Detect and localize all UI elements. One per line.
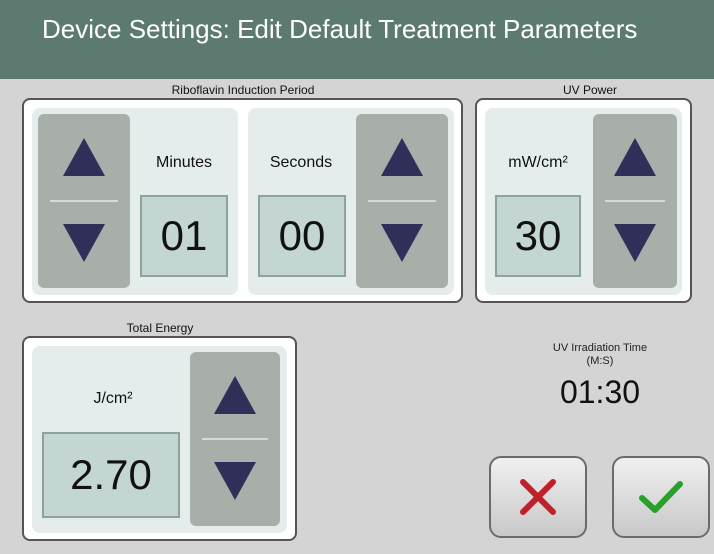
riboflavin-label: Riboflavin Induction Period — [171, 83, 315, 97]
uv-power-down-arrow-icon[interactable] — [614, 224, 656, 262]
uv-power-group: mW/cm² 30 — [485, 108, 682, 295]
minutes-up-arrow-icon[interactable] — [63, 138, 105, 176]
minutes-value[interactable]: 01 — [140, 195, 228, 277]
seconds-label: Seconds — [269, 154, 333, 171]
stepper-divider — [50, 200, 118, 202]
riboflavin-panel: Minutes 01 Seconds 00 — [22, 98, 463, 303]
cancel-button[interactable] — [489, 456, 587, 538]
irradiation-time-label-line2: (M:S) — [586, 355, 614, 367]
seconds-group: Seconds 00 — [248, 108, 454, 295]
header-bar: Device Settings: Edit Default Treatment … — [0, 0, 714, 79]
x-icon — [520, 479, 556, 515]
irradiation-time-value: 01:30 — [559, 374, 641, 410]
stepper-divider — [202, 438, 268, 440]
check-icon — [639, 481, 683, 513]
page-title: Device Settings: Edit Default Treatment … — [42, 14, 638, 44]
total-energy-unit: J/cm² — [93, 390, 133, 407]
total-energy-down-arrow-icon[interactable] — [214, 462, 256, 500]
uv-power-up-arrow-icon[interactable] — [614, 138, 656, 176]
stepper-divider — [605, 200, 665, 202]
seconds-value[interactable]: 00 — [258, 195, 346, 277]
minutes-stepper — [38, 114, 130, 288]
uv-power-label: UV Power — [562, 83, 618, 97]
seconds-up-arrow-icon[interactable] — [381, 138, 423, 176]
minutes-group: Minutes 01 — [32, 108, 238, 295]
minutes-down-arrow-icon[interactable] — [63, 224, 105, 262]
uv-power-stepper — [593, 114, 677, 288]
confirm-button[interactable] — [612, 456, 710, 538]
total-energy-label: Total Energy — [126, 321, 194, 335]
stepper-divider — [368, 200, 436, 202]
total-energy-stepper — [190, 352, 280, 526]
seconds-down-arrow-icon[interactable] — [381, 224, 423, 262]
uv-power-value[interactable]: 30 — [495, 195, 581, 277]
seconds-stepper — [356, 114, 448, 288]
uv-power-unit: mW/cm² — [508, 154, 568, 171]
minutes-label: Minutes — [155, 154, 213, 171]
total-energy-up-arrow-icon[interactable] — [214, 376, 256, 414]
total-energy-value[interactable]: 2.70 — [42, 432, 180, 518]
total-energy-panel: J/cm² 2.70 — [22, 336, 297, 541]
total-energy-group: J/cm² 2.70 — [32, 346, 287, 533]
uv-power-panel: mW/cm² 30 — [475, 98, 692, 303]
irradiation-time-label: UV Irradiation Time (M:S) — [520, 342, 680, 368]
irradiation-time-label-line1: UV Irradiation Time — [552, 342, 648, 354]
